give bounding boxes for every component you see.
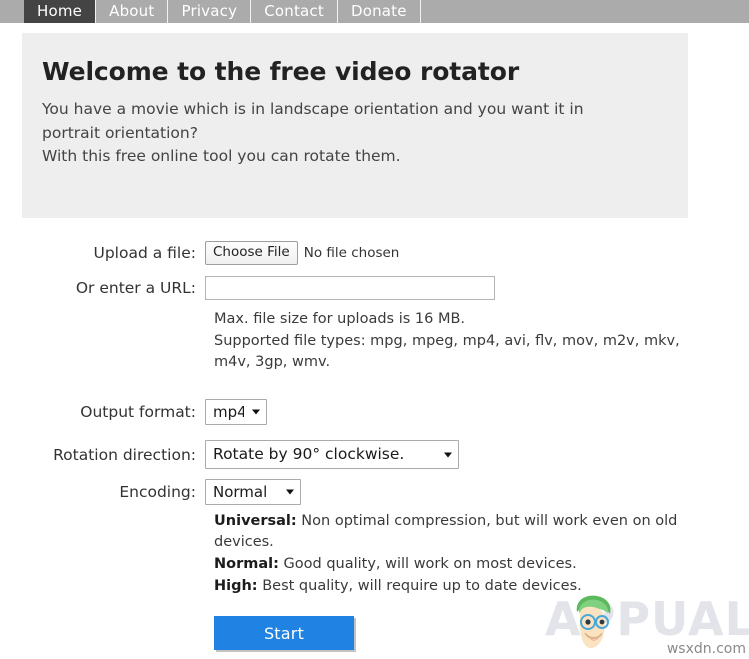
rotator-form: Upload a file: Choose File No file chose… (0, 238, 749, 651)
output-format-field: mp4 (205, 398, 749, 425)
encoding-option-name: Universal: (214, 512, 297, 529)
rotation-direction-label: Rotation direction: (53, 445, 196, 464)
nav-item-donate[interactable]: Donate (338, 0, 421, 23)
nav-item-label: Privacy (181, 2, 238, 20)
encoding-row: Encoding: Normal (0, 476, 749, 508)
banner-description-line-2: With this free online tool you can rotat… (42, 147, 401, 166)
nav-item-label: About (109, 2, 155, 20)
max-file-size-hint: Max. file size for uploads is 16 MB. (214, 311, 466, 327)
main-navigation: Home About Privacy Contact Donate (0, 0, 749, 23)
upload-hints: Max. file size for uploads is 16 MB. Sup… (205, 309, 714, 374)
upload-file-row: Upload a file: Choose File No file chose… (0, 238, 749, 268)
encoding-description-normal: Normal: Good quality, will work on most … (214, 554, 694, 576)
encoding-option-text: Good quality, will work on most devices. (278, 555, 577, 572)
encoding-description-universal: Universal: Non optimal compression, but … (214, 511, 694, 554)
nav-item-label: Home (37, 2, 83, 20)
output-format-label: Output format: (80, 402, 196, 421)
output-format-row: Output format: mp4 (0, 390, 749, 434)
welcome-banner: Welcome to the free video rotator You ha… (22, 33, 688, 218)
output-format-select[interactable]: mp4 (205, 398, 267, 425)
encoding-field: Normal (205, 478, 749, 505)
nav-item-about[interactable]: About (96, 0, 169, 23)
rotation-direction-field: Rotate by 90° clockwise. (205, 440, 749, 470)
upload-file-label: Upload a file: (93, 244, 197, 262)
encoding-option-name: Normal: (214, 555, 279, 572)
nav-item-label: Donate (350, 2, 407, 20)
url-label: Or enter a URL: (75, 278, 196, 297)
rotation-direction-select[interactable]: Rotate by 90° clockwise. (205, 440, 459, 470)
choose-file-button[interactable]: Choose File (205, 241, 298, 265)
url-row: Or enter a URL: (0, 268, 749, 307)
page-title: Welcome to the free video rotator (42, 57, 520, 86)
file-input[interactable]: Choose File No file chosen (205, 241, 749, 265)
file-status-text: No file chosen (303, 245, 400, 261)
encoding-select-wrap: Normal (205, 478, 301, 505)
encoding-descriptions: Universal: Non optimal compression, but … (205, 511, 694, 597)
nav-item-privacy[interactable]: Privacy (168, 0, 252, 23)
encoding-description-high: High: Best quality, will require up to d… (214, 576, 694, 598)
url-input[interactable] (205, 275, 495, 300)
encoding-option-text: Best quality, will require up to date de… (257, 577, 582, 594)
start-button[interactable]: Start (214, 616, 354, 651)
url-field (205, 275, 749, 300)
encoding-label: Encoding: (119, 482, 196, 501)
submit-row: Start (205, 616, 749, 651)
upload-file-field: Choose File No file chosen (205, 241, 749, 265)
rotation-direction-row: Rotation direction: Rotate by 90° clockw… (0, 434, 749, 476)
banner-description: You have a movie which is in landscape o… (42, 98, 622, 169)
nav-item-label: Contact (264, 2, 324, 20)
encoding-option-name: High: (214, 577, 258, 594)
nav-item-contact[interactable]: Contact (251, 0, 338, 23)
banner-description-line-1: You have a movie which is in landscape o… (42, 100, 584, 142)
encoding-select[interactable]: Normal (205, 478, 301, 505)
output-format-select-wrap: mp4 (205, 398, 267, 425)
supported-types-hint: Supported file types: mpg, mpeg, mp4, av… (214, 332, 680, 371)
rotation-direction-select-wrap: Rotate by 90° clockwise. (205, 440, 459, 470)
nav-item-home[interactable]: Home (24, 0, 97, 23)
